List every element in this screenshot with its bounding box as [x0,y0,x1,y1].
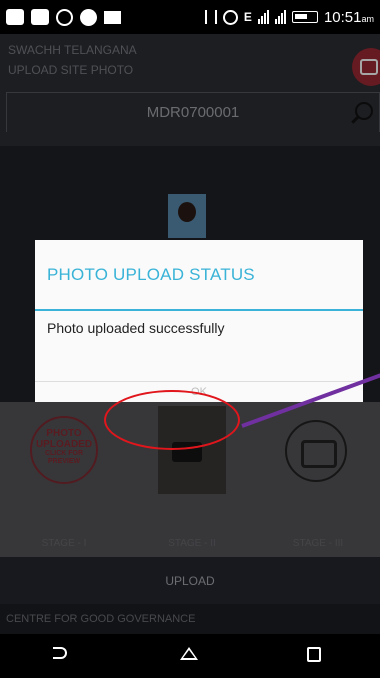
recents-button[interactable] [306,647,327,665]
add-icon [6,9,24,25]
home-icon [179,647,198,660]
message-icon [104,10,121,24]
system-icons: E 10:51am [204,8,374,26]
dialog-message: Photo uploaded successfully [47,320,225,336]
dialog-title: PHOTO UPLOAD STATUS [47,264,255,284]
navigation-bar [0,634,380,678]
edit-icon [31,9,49,25]
back-button[interactable] [53,647,73,665]
status-time: 10:51am [323,8,374,26]
battery-icon [291,11,318,23]
dialog-divider [35,309,363,311]
back-icon [53,647,68,659]
annotation-ellipse [104,390,240,450]
recents-icon [306,647,321,662]
status-bar: E 10:51am [0,0,380,34]
vibrate-icon [204,10,217,24]
signal-2-icon [274,10,286,24]
home-button[interactable] [179,647,200,665]
annotation-arrow [241,373,380,428]
network-type-label: E [243,10,252,24]
chat-icon [80,8,97,26]
whatsapp-icon [56,8,73,26]
alarm-icon [222,9,238,25]
signal-icon [257,10,269,24]
notification-icons [6,8,121,26]
